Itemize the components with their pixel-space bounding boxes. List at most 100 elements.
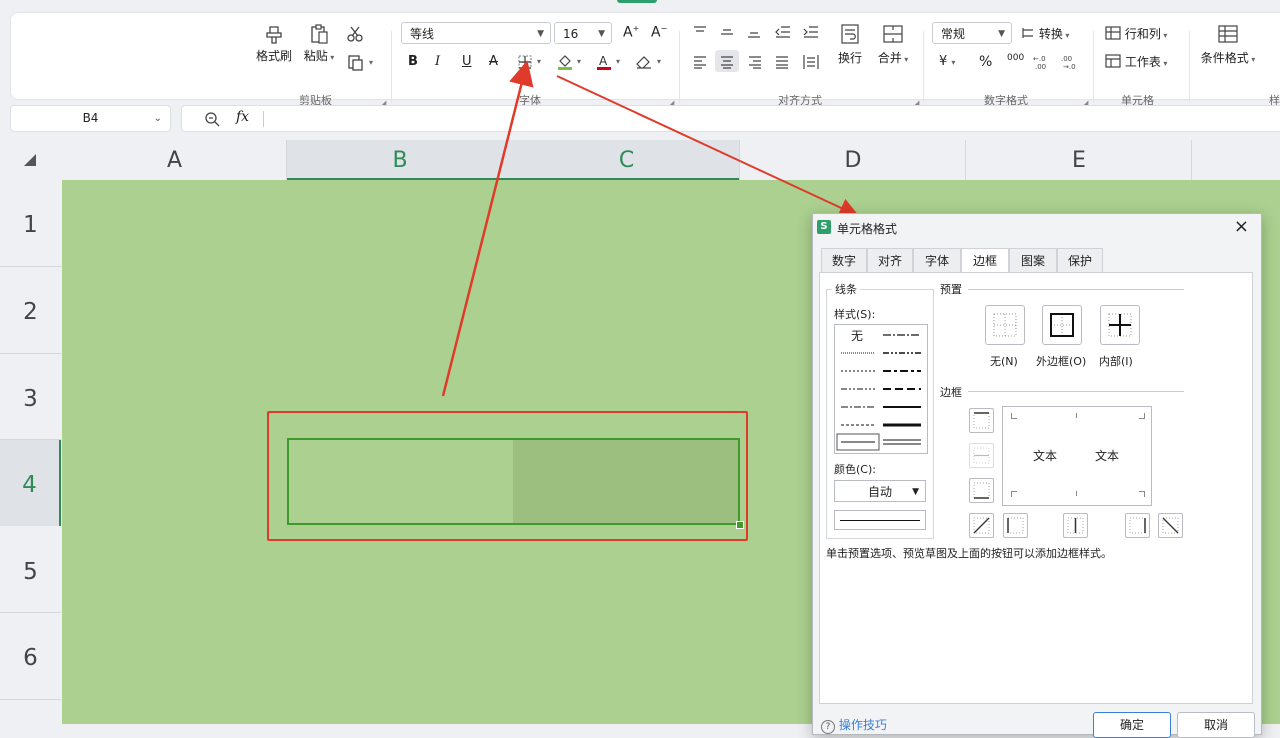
tab-alignment[interactable]: 对齐 bbox=[867, 248, 913, 272]
preset-none-label: 无(N) bbox=[990, 355, 1018, 368]
column-header-c[interactable]: C bbox=[513, 140, 740, 180]
row-header-4[interactable]: 4 bbox=[0, 440, 61, 526]
format-painter-label: 格式刷 bbox=[255, 49, 292, 63]
line-style-options[interactable] bbox=[835, 325, 927, 453]
italic-icon[interactable]: I bbox=[435, 54, 440, 69]
increase-decimal-icon[interactable]: ←.0.00 bbox=[1033, 53, 1051, 71]
copy-icon[interactable] bbox=[347, 54, 365, 72]
align-right-icon[interactable] bbox=[748, 55, 762, 69]
select-all-corner[interactable] bbox=[0, 140, 61, 180]
preview-text-left: 文本 bbox=[1033, 449, 1058, 463]
increase-indent-icon[interactable] bbox=[803, 25, 819, 39]
percent-button[interactable]: % bbox=[979, 54, 992, 70]
border-middle-v-button[interactable] bbox=[1063, 513, 1088, 538]
close-icon[interactable]: × bbox=[1234, 216, 1249, 237]
clear-format-icon[interactable] bbox=[635, 54, 653, 70]
format-painter-button[interactable]: 格式刷 bbox=[254, 23, 294, 64]
number-format-value: 常规 bbox=[941, 27, 966, 41]
paste-button[interactable]: 粘贴 ▾ bbox=[299, 23, 339, 64]
align-bottom-icon[interactable] bbox=[747, 25, 761, 39]
decrease-decimal-icon[interactable]: .00→.0 bbox=[1061, 53, 1079, 71]
formula-input[interactable]: fx bbox=[181, 105, 1280, 132]
column-header-e[interactable]: E bbox=[966, 140, 1192, 180]
worksheet-button[interactable]: 工作表 ▾ bbox=[1105, 53, 1167, 70]
distributed-align-icon[interactable] bbox=[803, 54, 819, 70]
preset-none-button[interactable] bbox=[985, 305, 1025, 345]
border-diagonal-up-button[interactable] bbox=[969, 513, 994, 538]
border-bottom-icon bbox=[973, 482, 990, 499]
wrap-text-button[interactable]: 换行 bbox=[833, 23, 867, 66]
tips-link[interactable]: ? 操作技巧 bbox=[821, 716, 887, 734]
line-style-list[interactable]: 无 bbox=[834, 324, 928, 454]
currency-button[interactable]: ¥ ▾ bbox=[939, 54, 955, 69]
font-name-select[interactable]: 等线 ▼ bbox=[401, 22, 551, 44]
tab-border[interactable]: 边框 bbox=[961, 248, 1009, 273]
border-middle-h-button[interactable] bbox=[969, 443, 994, 468]
color-label: 颜色(C): bbox=[834, 463, 876, 476]
row-header-2[interactable]: 2 bbox=[0, 267, 61, 354]
fx-icon[interactable]: fx bbox=[236, 109, 249, 125]
currency-label: ¥ bbox=[939, 54, 948, 69]
border-outline-icon bbox=[1050, 313, 1074, 337]
thousands-separator-button[interactable]: 000 bbox=[1007, 53, 1024, 63]
column-header-d[interactable]: D bbox=[740, 140, 966, 180]
name-box[interactable]: B4 ⌄ bbox=[10, 105, 171, 132]
chevron-down-icon: ⌄ bbox=[153, 113, 162, 124]
tab-number[interactable]: 数字 bbox=[821, 248, 867, 272]
line-section-label: 线条 bbox=[832, 281, 860, 297]
fill-color-icon[interactable] bbox=[556, 53, 574, 71]
border-preview[interactable]: 文本 文本 bbox=[1002, 406, 1152, 506]
border-bottom-button[interactable] bbox=[969, 478, 994, 503]
decrease-indent-icon[interactable] bbox=[775, 25, 791, 39]
dialog-title: 单元格格式 bbox=[837, 222, 898, 236]
strikethrough-icon[interactable]: A bbox=[489, 54, 498, 69]
row-header-3[interactable]: 3 bbox=[0, 354, 61, 440]
font-size-select[interactable]: 16 ▼ bbox=[554, 22, 612, 44]
preset-inside-button[interactable] bbox=[1100, 305, 1140, 345]
underline-icon[interactable]: U bbox=[462, 54, 472, 69]
tab-font[interactable]: 字体 bbox=[913, 248, 961, 272]
align-middle-icon[interactable] bbox=[720, 25, 734, 39]
border-horizontal-icon bbox=[973, 447, 990, 464]
font-color-icon[interactable]: A bbox=[595, 53, 613, 71]
align-center-button[interactable] bbox=[715, 50, 739, 72]
cancel-button[interactable]: 取消 bbox=[1177, 712, 1255, 738]
border-diagonal-down-button[interactable] bbox=[1158, 513, 1183, 538]
color-value: 自动 bbox=[867, 485, 892, 499]
border-top-button[interactable] bbox=[969, 408, 994, 433]
conditional-format-button[interactable]: 条件格式 ▾ bbox=[1197, 23, 1259, 66]
help-icon: ? bbox=[821, 720, 835, 734]
row-col-button[interactable]: 行和列 ▾ bbox=[1105, 25, 1167, 42]
bold-icon[interactable]: B bbox=[408, 54, 418, 69]
zoom-icon[interactable] bbox=[204, 111, 220, 127]
align-top-icon[interactable] bbox=[693, 25, 707, 39]
border-left-button[interactable] bbox=[1003, 513, 1028, 538]
row-header-5[interactable]: 5 bbox=[0, 527, 61, 613]
cut-icon[interactable] bbox=[346, 25, 364, 43]
merge-button[interactable]: 合并 ▾ bbox=[873, 23, 913, 66]
convert-icon bbox=[1022, 28, 1033, 38]
preset-outline-button[interactable] bbox=[1042, 305, 1082, 345]
color-select[interactable]: 自动 ▼ bbox=[834, 480, 926, 502]
border-top-icon bbox=[973, 412, 990, 429]
row-header-1[interactable]: 1 bbox=[0, 180, 61, 267]
svg-text:←.0: ←.0 bbox=[1033, 55, 1046, 63]
number-format-select[interactable]: 常规 ▼ bbox=[932, 22, 1012, 44]
row-header-6[interactable]: 6 bbox=[0, 613, 61, 700]
row-col-label: 行和列 bbox=[1124, 27, 1161, 41]
decrease-font-icon[interactable]: A− bbox=[651, 24, 667, 41]
column-header-a[interactable]: A bbox=[62, 140, 287, 180]
style-label: 样式(S): bbox=[834, 308, 876, 321]
tab-pattern[interactable]: 图案 bbox=[1009, 248, 1057, 272]
increase-font-icon[interactable]: A+ bbox=[623, 24, 639, 41]
ok-button[interactable]: 确定 bbox=[1093, 712, 1171, 738]
justify-icon[interactable] bbox=[775, 55, 789, 69]
convert-button[interactable]: 转换 ▾ bbox=[1021, 25, 1069, 42]
border-right-button[interactable] bbox=[1125, 513, 1150, 538]
chevron-down-icon: ▼ bbox=[537, 29, 544, 39]
tab-protection[interactable]: 保护 bbox=[1057, 248, 1103, 272]
border-icon[interactable] bbox=[517, 54, 533, 70]
align-left-icon[interactable] bbox=[693, 55, 707, 69]
column-header-b[interactable]: B bbox=[287, 140, 513, 180]
font-size-value: 16 bbox=[563, 27, 579, 41]
